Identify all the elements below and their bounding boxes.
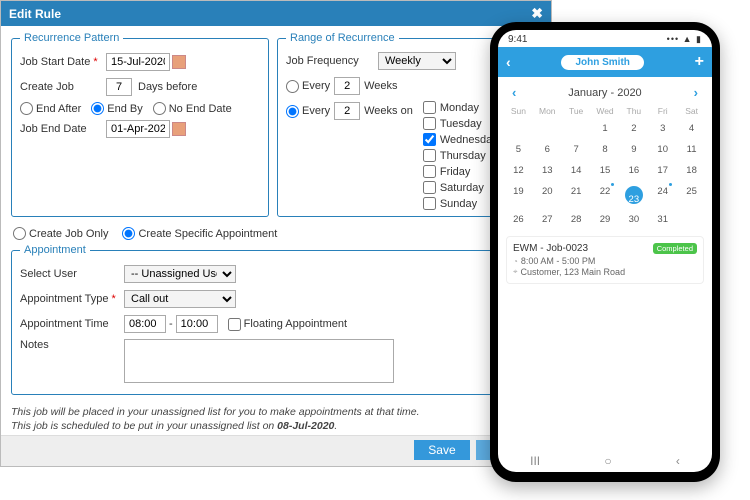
- recent-icon[interactable]: III: [530, 454, 540, 468]
- day-thursday[interactable]: Thursday: [423, 149, 498, 162]
- user-pill[interactable]: John Smith: [561, 55, 643, 70]
- pin-icon: ⌖: [513, 267, 518, 277]
- back-icon[interactable]: ‹: [506, 54, 511, 70]
- notes-textarea[interactable]: [124, 339, 394, 383]
- recurrence-legend: Recurrence Pattern: [20, 32, 123, 44]
- footer-note: This job will be placed in your unassign…: [11, 405, 551, 433]
- every-weeks-on-input[interactable]: [334, 102, 360, 120]
- status-badge: Completed: [653, 243, 697, 254]
- create-job-only-radio[interactable]: Create Job Only: [13, 227, 108, 240]
- job-card[interactable]: Completed EWM - Job-0023 ◔8:00 AM - 5:00…: [506, 236, 704, 284]
- day-tuesday[interactable]: Tuesday: [423, 117, 498, 130]
- calendar-icon[interactable]: [172, 55, 186, 69]
- button-bar: Save Cancel: [1, 435, 551, 466]
- dow-header: SunMonTueWedThuFriSat: [498, 104, 712, 118]
- dialog-title: Edit Rule: [9, 7, 61, 21]
- home-icon[interactable]: ○: [604, 454, 611, 468]
- month-nav: ‹ January - 2020 ›: [498, 77, 712, 104]
- day-friday[interactable]: Friday: [423, 165, 498, 178]
- start-date-label: Job Start Date *: [20, 56, 106, 68]
- day-monday[interactable]: Monday: [423, 101, 498, 114]
- edit-rule-dialog: Edit Rule ✖ Recurrence Pattern Job Start…: [0, 0, 552, 467]
- floating-appt-check[interactable]: Floating Appointment: [228, 318, 347, 331]
- weeks-suffix: Weeks: [364, 80, 397, 92]
- phone-mockup: 9:41 ••• ▲ ▮ ‹ John Smith + ‹ January - …: [490, 22, 720, 482]
- app-header: ‹ John Smith +: [498, 47, 712, 77]
- recurrence-pattern-fieldset: Recurrence Pattern Job Start Date * Crea…: [11, 32, 269, 217]
- day-sunday[interactable]: Sunday: [423, 197, 498, 210]
- no-end-radio[interactable]: No End Date: [153, 102, 232, 115]
- select-user-select[interactable]: -- Unassigned User --: [124, 265, 236, 283]
- appt-type-select[interactable]: Call out: [124, 290, 236, 308]
- status-icons: ••• ▲ ▮: [667, 34, 702, 45]
- weekday-list: Monday Tuesday Wednesday Thursday Friday…: [423, 101, 498, 210]
- status-time: 9:41: [508, 34, 527, 45]
- android-nav-bar: III ○ ‹: [498, 448, 712, 472]
- month-label: January - 2020: [568, 87, 641, 99]
- time-to-input[interactable]: [176, 315, 218, 333]
- status-bar: 9:41 ••• ▲ ▮: [498, 30, 712, 47]
- clock-icon: ◔: [513, 257, 518, 266]
- days-before-suffix: Days before: [138, 81, 197, 93]
- calendar-icon[interactable]: [172, 122, 186, 136]
- plus-icon[interactable]: +: [695, 53, 704, 71]
- day-saturday[interactable]: Saturday: [423, 181, 498, 194]
- titlebar: Edit Rule ✖: [1, 1, 551, 26]
- time-from-input[interactable]: [124, 315, 166, 333]
- appt-type-label: Appointment Type *: [20, 293, 124, 305]
- close-icon[interactable]: ✖: [531, 5, 543, 22]
- create-specific-appt-radio[interactable]: Create Specific Appointment: [122, 227, 277, 240]
- start-date-input[interactable]: [106, 53, 170, 71]
- appointment-legend: Appointment: [20, 244, 90, 256]
- every-weeks-radio[interactable]: Every: [286, 80, 330, 93]
- frequency-label: Job Frequency: [286, 55, 372, 67]
- back-nav-icon[interactable]: ‹: [676, 454, 680, 468]
- next-month-icon[interactable]: ›: [694, 85, 698, 100]
- every-weeks-input[interactable]: [334, 77, 360, 95]
- frequency-select[interactable]: Weekly: [378, 52, 456, 70]
- days-before-input[interactable]: [106, 78, 132, 96]
- save-button[interactable]: Save: [414, 440, 469, 460]
- prev-month-icon[interactable]: ‹: [512, 85, 516, 100]
- create-job-label: Create Job: [20, 81, 106, 93]
- end-after-radio[interactable]: End After: [20, 102, 81, 115]
- appt-time-label: Appointment Time: [20, 318, 124, 330]
- end-date-input[interactable]: [106, 120, 170, 138]
- day-wednesday[interactable]: Wednesday: [423, 133, 498, 146]
- every-weeks-on-radio[interactable]: Every: [286, 105, 330, 118]
- appointment-fieldset: Appointment Select User -- Unassigned Us…: [11, 244, 541, 395]
- weeks-on-suffix: Weeks on: [364, 105, 413, 117]
- notes-label: Notes: [20, 339, 124, 351]
- range-legend: Range of Recurrence: [286, 32, 399, 44]
- calendar-grid[interactable]: 1234 567891011 12131415161718 1920212223…: [498, 118, 712, 230]
- select-user-label: Select User: [20, 268, 124, 280]
- end-date-label: Job End Date: [20, 123, 106, 135]
- end-by-radio[interactable]: End By: [91, 102, 142, 115]
